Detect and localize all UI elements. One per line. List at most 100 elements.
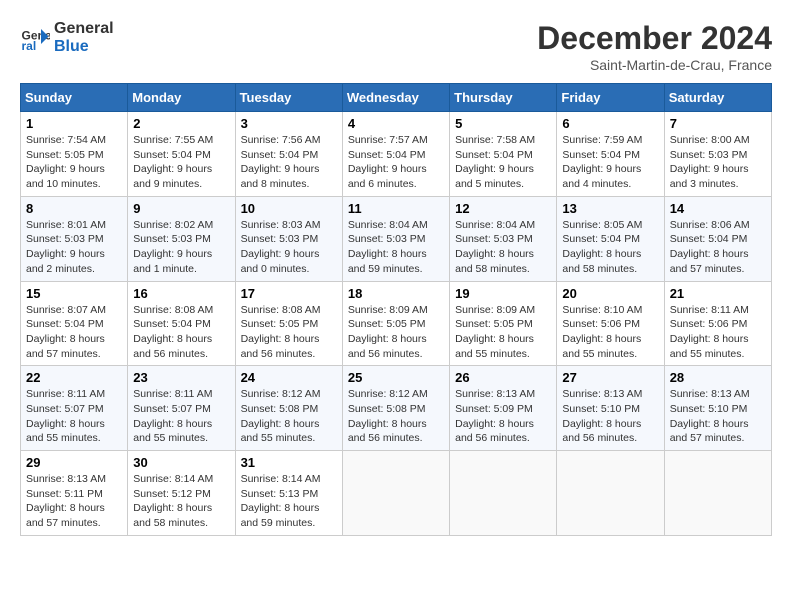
day-cell: 24Sunrise: 8:12 AMSunset: 5:08 PMDayligh… [235,366,342,451]
day-cell: 31 Sunrise: 8:14 AMSunset: 5:13 PMDayligh… [235,451,342,536]
day-number: 18 [348,286,444,301]
day-cell [664,451,771,536]
day-number: 13 [562,201,658,216]
week-row-5: 29 Sunrise: 8:13 AMSunset: 5:11 PMDayligh… [21,451,772,536]
header-cell-sunday: Sunday [21,84,128,112]
day-cell: 1Sunrise: 7:54 AMSunset: 5:05 PMDaylight… [21,112,128,197]
day-number: 6 [562,116,658,131]
day-info: Sunrise: 8:08 AMSunset: 5:04 PMDaylight:… [133,303,229,362]
day-number: 28 [670,370,766,385]
day-number: 10 [241,201,337,216]
day-cell: 2 Sunrise: 7:55 AMSunset: 5:04 PMDaylight… [128,112,235,197]
day-cell: 6 Sunrise: 7:59 AMSunset: 5:04 PMDaylight… [557,112,664,197]
day-number: 15 [26,286,122,301]
day-info: Sunrise: 7:55 AMSunset: 5:04 PMDaylight:… [133,133,229,192]
day-number: 21 [670,286,766,301]
header-cell-friday: Friday [557,84,664,112]
day-number: 27 [562,370,658,385]
month-title: December 2024 [537,20,772,57]
day-info: Sunrise: 8:13 AMSunset: 5:11 PMDaylight:… [26,472,122,531]
day-cell: 25Sunrise: 8:12 AMSunset: 5:08 PMDayligh… [342,366,449,451]
day-cell: 8 Sunrise: 8:01 AMSunset: 5:03 PMDaylight… [21,196,128,281]
day-cell: 7 Sunrise: 8:00 AMSunset: 5:03 PMDaylight… [664,112,771,197]
svg-text:ral: ral [22,39,37,53]
day-cell: 18 Sunrise: 8:09 AMSunset: 5:05 PMDayligh… [342,281,449,366]
day-info: Sunrise: 8:01 AMSunset: 5:03 PMDaylight:… [26,218,122,277]
day-cell: 20 Sunrise: 8:10 AMSunset: 5:06 PMDayligh… [557,281,664,366]
day-cell: 16Sunrise: 8:08 AMSunset: 5:04 PMDayligh… [128,281,235,366]
day-number: 24 [241,370,337,385]
day-number: 1 [26,116,122,131]
day-number: 20 [562,286,658,301]
day-number: 31 [241,455,337,470]
day-cell: 5 Sunrise: 7:58 AMSunset: 5:04 PMDaylight… [450,112,557,197]
day-number: 5 [455,116,551,131]
header-cell-tuesday: Tuesday [235,84,342,112]
day-info: Sunrise: 8:13 AMSunset: 5:10 PMDaylight:… [562,387,658,446]
day-cell: 14 Sunrise: 8:06 AMSunset: 5:04 PMDayligh… [664,196,771,281]
day-info: Sunrise: 8:07 AMSunset: 5:04 PMDaylight:… [26,303,122,362]
day-info: Sunrise: 8:09 AMSunset: 5:05 PMDaylight:… [455,303,551,362]
day-number: 29 [26,455,122,470]
day-info: Sunrise: 7:58 AMSunset: 5:04 PMDaylight:… [455,133,551,192]
calendar-table: SundayMondayTuesdayWednesdayThursdayFrid… [20,83,772,536]
day-info: Sunrise: 8:10 AMSunset: 5:06 PMDaylight:… [562,303,658,362]
day-cell: 13Sunrise: 8:05 AMSunset: 5:04 PMDayligh… [557,196,664,281]
day-number: 12 [455,201,551,216]
day-number: 17 [241,286,337,301]
day-number: 11 [348,201,444,216]
day-cell: 10 Sunrise: 8:03 AMSunset: 5:03 PMDayligh… [235,196,342,281]
day-number: 7 [670,116,766,131]
logo-text-line1: General [54,20,114,38]
day-number: 25 [348,370,444,385]
logo-text-line2: Blue [54,38,114,56]
day-info: Sunrise: 8:11 AMSunset: 5:07 PMDaylight:… [133,387,229,446]
day-info: Sunrise: 8:03 AMSunset: 5:03 PMDaylight:… [241,218,337,277]
logo: Gene ral General Blue [20,20,114,55]
day-number: 26 [455,370,551,385]
day-number: 30 [133,455,229,470]
week-row-4: 22 Sunrise: 8:11 AMSunset: 5:07 PMDayligh… [21,366,772,451]
day-cell: 9 Sunrise: 8:02 AMSunset: 5:03 PMDaylight… [128,196,235,281]
day-info: Sunrise: 8:06 AMSunset: 5:04 PMDaylight:… [670,218,766,277]
header-cell-saturday: Saturday [664,84,771,112]
day-info: Sunrise: 7:59 AMSunset: 5:04 PMDaylight:… [562,133,658,192]
day-info: Sunrise: 8:13 AMSunset: 5:09 PMDaylight:… [455,387,551,446]
day-number: 14 [670,201,766,216]
header-cell-thursday: Thursday [450,84,557,112]
day-cell: 26 Sunrise: 8:13 AMSunset: 5:09 PMDayligh… [450,366,557,451]
header-cell-monday: Monday [128,84,235,112]
day-info: Sunrise: 8:00 AMSunset: 5:03 PMDaylight:… [670,133,766,192]
day-info: Sunrise: 7:57 AMSunset: 5:04 PMDaylight:… [348,133,444,192]
day-cell: 12 Sunrise: 8:04 AMSunset: 5:03 PMDayligh… [450,196,557,281]
day-cell: 27 Sunrise: 8:13 AMSunset: 5:10 PMDayligh… [557,366,664,451]
day-number: 8 [26,201,122,216]
day-info: Sunrise: 8:09 AMSunset: 5:05 PMDaylight:… [348,303,444,362]
day-info: Sunrise: 8:08 AMSunset: 5:05 PMDaylight:… [241,303,337,362]
week-row-1: 1Sunrise: 7:54 AMSunset: 5:05 PMDaylight… [21,112,772,197]
day-info: Sunrise: 8:02 AMSunset: 5:03 PMDaylight:… [133,218,229,277]
day-number: 9 [133,201,229,216]
day-cell: 23 Sunrise: 8:11 AMSunset: 5:07 PMDayligh… [128,366,235,451]
day-info: Sunrise: 8:14 AMSunset: 5:13 PMDaylight:… [241,472,337,531]
day-cell: 11 Sunrise: 8:04 AMSunset: 5:03 PMDayligh… [342,196,449,281]
day-number: 19 [455,286,551,301]
day-cell: 4 Sunrise: 7:57 AMSunset: 5:04 PMDaylight… [342,112,449,197]
day-cell [450,451,557,536]
day-number: 22 [26,370,122,385]
day-number: 23 [133,370,229,385]
day-info: Sunrise: 8:11 AMSunset: 5:06 PMDaylight:… [670,303,766,362]
day-info: Sunrise: 8:13 AMSunset: 5:10 PMDaylight:… [670,387,766,446]
day-cell: 3Sunrise: 7:56 AMSunset: 5:04 PMDaylight… [235,112,342,197]
day-info: Sunrise: 8:04 AMSunset: 5:03 PMDaylight:… [348,218,444,277]
week-row-3: 15 Sunrise: 8:07 AMSunset: 5:04 PMDayligh… [21,281,772,366]
day-cell: 17 Sunrise: 8:08 AMSunset: 5:05 PMDayligh… [235,281,342,366]
week-row-2: 8 Sunrise: 8:01 AMSunset: 5:03 PMDaylight… [21,196,772,281]
day-info: Sunrise: 8:11 AMSunset: 5:07 PMDaylight:… [26,387,122,446]
header: Gene ral General Blue December 2024 Sain… [20,20,772,73]
day-number: 4 [348,116,444,131]
day-cell: 19 Sunrise: 8:09 AMSunset: 5:05 PMDayligh… [450,281,557,366]
day-info: Sunrise: 7:56 AMSunset: 5:04 PMDaylight:… [241,133,337,192]
day-number: 2 [133,116,229,131]
day-info: Sunrise: 8:04 AMSunset: 5:03 PMDaylight:… [455,218,551,277]
